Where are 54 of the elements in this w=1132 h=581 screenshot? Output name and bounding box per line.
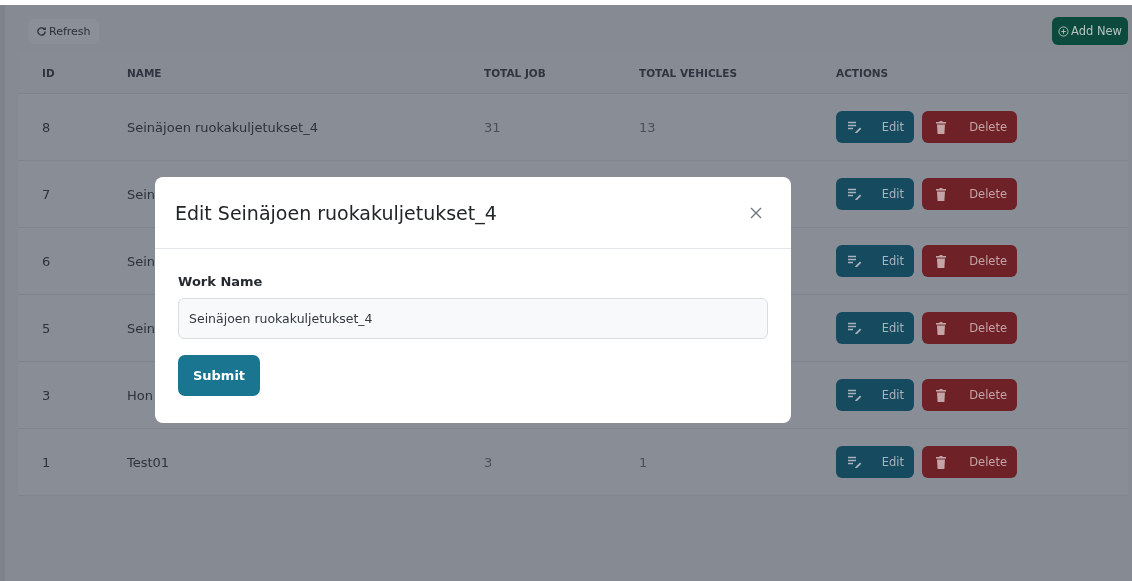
edit-button[interactable]: Edit <box>836 379 914 411</box>
plus-circle-icon <box>1058 25 1069 37</box>
column-header: TOTAL JOB <box>484 66 547 79</box>
table-cell-text: 6 <box>41 253 52 269</box>
delete-button[interactable]: Delete <box>922 111 1017 143</box>
close-icon[interactable] <box>750 206 762 219</box>
column-header: TOTAL VEHICLES <box>639 66 739 79</box>
edit-list-icon <box>848 121 862 133</box>
table-cell-text: 31 <box>484 119 502 135</box>
field-label: Work Name <box>178 274 263 289</box>
table-cell-text: Seinäjoen ruokakuljetukset_4 <box>127 119 319 135</box>
trash-icon <box>936 187 946 201</box>
column-header: ACTIONS <box>836 66 889 79</box>
edit-button[interactable]: Edit <box>836 111 914 143</box>
table-cell-text: Sein <box>127 186 157 202</box>
table-cell-text: 3 <box>484 454 494 470</box>
edit-button[interactable]: Edit <box>836 178 914 210</box>
table-cell-text: 7 <box>41 186 52 202</box>
delete-button[interactable]: Delete <box>922 446 1017 478</box>
trash-icon <box>936 120 946 134</box>
column-header: ID <box>41 66 56 79</box>
edit-list-icon <box>848 188 862 200</box>
edit-button[interactable]: Edit <box>836 245 914 277</box>
edit-list-icon <box>848 456 862 468</box>
table-cell-text: Sein <box>127 320 157 336</box>
edit-button[interactable]: Edit <box>836 312 914 344</box>
table-cell-text: 3 <box>41 387 52 403</box>
refresh-icon <box>36 25 47 37</box>
table-cell-text: Hon <box>127 387 154 403</box>
table-cell-text: Sein <box>127 253 157 269</box>
table-cell-text: Test01 <box>127 454 171 470</box>
table-cell-text: 5 <box>41 320 52 336</box>
trash-icon <box>936 388 946 402</box>
trash-icon <box>936 321 946 335</box>
work-name-field[interactable]: Seinäjoen ruokakuljetukset_4 <box>178 298 768 339</box>
edit-button[interactable]: Edit <box>836 446 914 478</box>
trash-icon <box>936 254 946 268</box>
edit-list-icon <box>848 389 862 401</box>
table-cell-text: 1 <box>41 454 52 470</box>
trash-icon <box>936 455 946 469</box>
table-cell-text: 1 <box>639 454 649 470</box>
table-cell-text: 13 <box>639 119 657 135</box>
submit-button[interactable]: Submit <box>178 355 260 396</box>
edit-list-icon <box>848 255 862 267</box>
delete-button[interactable]: Delete <box>922 178 1017 210</box>
table-cell-text: 8 <box>41 119 52 135</box>
delete-button[interactable]: Delete <box>922 312 1017 344</box>
edit-list-icon <box>848 322 862 334</box>
refresh-button[interactable]: Refresh <box>28 18 99 44</box>
delete-button[interactable]: Delete <box>922 245 1017 277</box>
column-header: NAME <box>127 66 163 79</box>
add-new-button[interactable]: Add New <box>1052 17 1128 45</box>
delete-button[interactable]: Delete <box>922 379 1017 411</box>
dialog-title: Edit Seinäjoen ruokakuljetukset_4 <box>175 201 497 224</box>
